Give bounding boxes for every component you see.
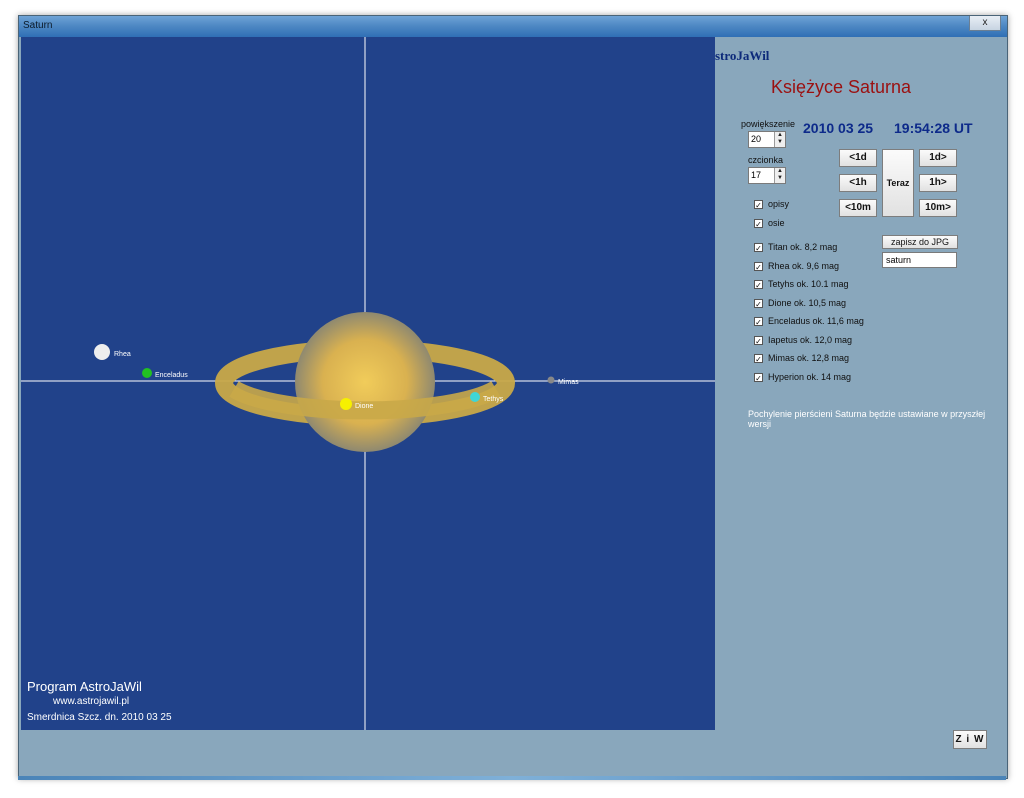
font-value: 17 <box>751 170 762 180</box>
window-title: Saturn <box>23 20 53 31</box>
forward-1h-button[interactable]: 1h> <box>919 174 957 192</box>
back-1d-button[interactable]: <1d <box>839 149 877 167</box>
ring-tilt-note: Pochylenie pierścieni Saturna będzie ust… <box>748 409 986 429</box>
check-icon[interactable]: ✓ <box>754 279 763 290</box>
option-labels-checkbox[interactable]: ✓ opisy <box>754 199 789 210</box>
date-display: 2010 03 25 <box>803 120 874 136</box>
check-icon[interactable]: ✓ <box>754 335 763 346</box>
credit-program: Program AstroJaWil <box>27 679 142 694</box>
font-spinner[interactable]: 17 ▲ ▼ <box>748 167 786 184</box>
moon-checkbox-dione[interactable]: ✓ Dione ok. 10,5 mag <box>754 298 846 309</box>
moon-checkbox-iapetus[interactable]: ✓ Iapetus ok. 12,0 mag <box>754 335 852 346</box>
moon-label-enceladus: Enceladus <box>155 372 188 379</box>
filename-input[interactable]: saturn <box>882 252 957 268</box>
sky-svg: Rhea Enceladus Dione Tethys Mimas <box>21 37 715 730</box>
taskbar <box>18 776 1006 780</box>
moon-checkbox-hyperion[interactable]: ✓ Hyperion ok. 14 mag <box>754 372 851 383</box>
client-area: Rhea Enceladus Dione Tethys Mimas Progra… <box>21 37 1005 772</box>
saturn-view: Rhea Enceladus Dione Tethys Mimas Progra… <box>21 37 715 730</box>
saturn-planet <box>295 312 435 452</box>
title-bar[interactable]: Saturn x <box>19 16 1007 37</box>
credit-place: Smerdnica Szcz. dn. 2010 03 25 <box>27 712 172 723</box>
moon-checkbox-rhea[interactable]: ✓ Rhea ok. 9,6 mag <box>754 261 839 272</box>
check-icon[interactable]: ✓ <box>754 199 763 210</box>
moon-dione <box>340 398 352 410</box>
check-icon[interactable]: ✓ <box>754 353 763 364</box>
moon-label-rhea: Rhea <box>114 351 131 358</box>
check-icon[interactable]: ✓ <box>754 242 763 253</box>
moon-enceladus <box>142 368 152 378</box>
spinner-arrows-icon[interactable]: ▲ ▼ <box>774 132 785 147</box>
moon-label-dione: Dione <box>355 403 373 410</box>
moon-tethys <box>470 392 480 402</box>
check-icon[interactable]: ✓ <box>754 261 763 272</box>
moon-checkbox-mimas[interactable]: ✓ Mimas ok. 12,8 mag <box>754 353 849 364</box>
spinner-arrows-icon[interactable]: ▲ ▼ <box>774 168 785 183</box>
option-axes-checkbox[interactable]: ✓ osie <box>754 218 785 229</box>
back-10m-button[interactable]: <10m <box>839 199 877 217</box>
zoom-label: powiększenie <box>741 119 796 129</box>
check-icon[interactable]: ✓ <box>754 298 763 309</box>
moon-label-tethys: Tethys <box>483 396 504 403</box>
check-icon[interactable]: ✓ <box>754 316 763 327</box>
now-button[interactable]: Teraz <box>882 149 914 217</box>
font-label: czcionka <box>748 155 784 165</box>
page-title: Księżyce Saturna <box>771 77 912 97</box>
save-jpg-button[interactable]: zapisz do JPG <box>882 235 958 249</box>
moon-checkbox-titan[interactable]: ✓ Titan ok. 8,2 mag <box>754 242 837 253</box>
forward-1d-button[interactable]: 1d> <box>919 149 957 167</box>
credit-url: www.astrojawil.pl <box>53 696 130 707</box>
close-button[interactable]: x <box>969 16 1001 31</box>
time-display: 19:54:28 UT <box>894 120 973 136</box>
zoom-spinner[interactable]: 20 ▲ ▼ <box>748 131 786 148</box>
check-icon[interactable]: ✓ <box>754 218 763 229</box>
forward-10m-button[interactable]: 10m> <box>919 199 957 217</box>
zoom-value: 20 <box>751 134 762 144</box>
moon-checkbox-tethys[interactable]: ✓ Tetyhs ok. 10.1 mag <box>754 279 849 290</box>
ziw-button[interactable]: Z i W <box>953 730 987 749</box>
back-1h-button[interactable]: <1h <box>839 174 877 192</box>
moon-label-mimas: Mimas <box>558 379 579 386</box>
app-window: Saturn x Rhea Enceladus Dione Tethys Mim… <box>18 15 1008 779</box>
moon-mimas <box>547 376 555 384</box>
moon-checkbox-enceladus[interactable]: ✓ Enceladus ok. 11,6 mag <box>754 316 864 327</box>
moon-rhea <box>94 344 110 360</box>
brand-label: stroJaWil <box>715 48 770 63</box>
check-icon[interactable]: ✓ <box>754 372 763 383</box>
